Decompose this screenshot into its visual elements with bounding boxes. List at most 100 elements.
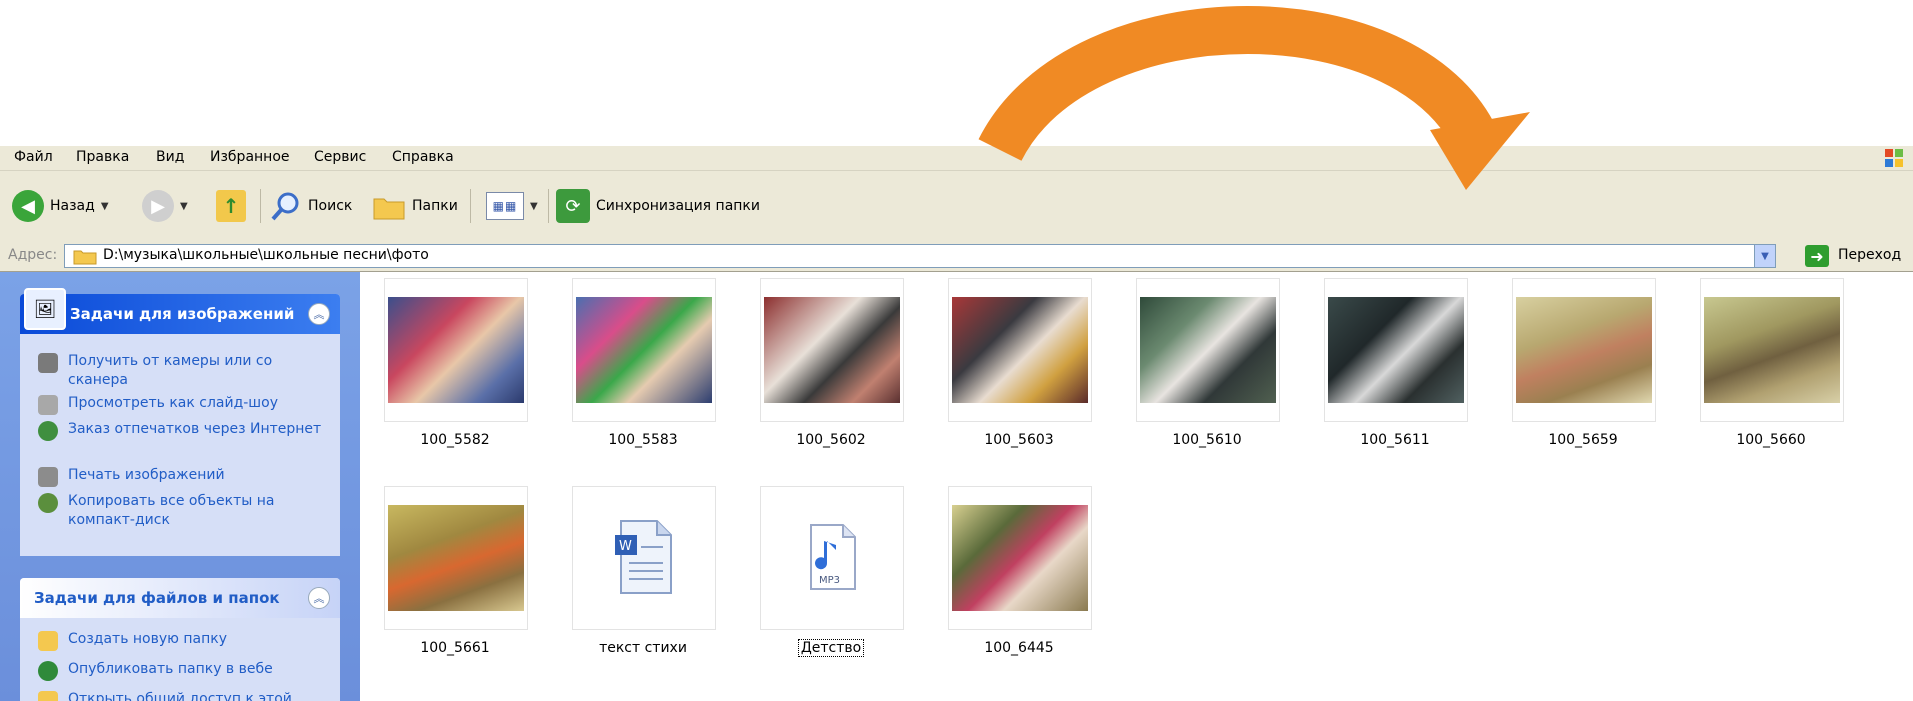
file-item[interactable]: 100_5602 — [760, 278, 906, 448]
back-button[interactable]: ◀ Назад ▼ — [12, 187, 109, 225]
new-folder-icon — [38, 631, 58, 651]
thumbnail — [572, 278, 716, 422]
task-copy-to-cd[interactable]: Копировать все объекты на компакт-диск — [38, 492, 328, 530]
cd-burn-icon — [38, 493, 58, 513]
image-tasks-panel: 🖼 Задачи для изображений ︽ Получить от к… — [20, 288, 340, 556]
file-name: 100_5661 — [420, 640, 490, 656]
views-button[interactable]: ▦▦ ▼ — [486, 187, 538, 225]
file-name: 100_5611 — [1360, 432, 1430, 448]
menu-edit[interactable]: Правка — [76, 149, 129, 165]
file-name: 100_5583 — [608, 432, 678, 448]
thumbnail — [384, 486, 528, 630]
file-item[interactable]: 100_5610 — [1136, 278, 1282, 448]
task-order-prints[interactable]: Заказ отпечатков через Интернет — [38, 420, 328, 441]
toolbar-divider — [260, 189, 261, 223]
file-name: Детство — [760, 639, 902, 657]
file-item[interactable]: 100_5603 — [948, 278, 1094, 448]
address-path: D:\музыка\школьные\школьные песни\фото — [103, 247, 429, 263]
folders-button[interactable]: Папки — [372, 187, 458, 225]
search-button[interactable]: Поиск — [270, 187, 352, 225]
windows-logo-icon — [1885, 149, 1903, 167]
file-name: текст стихи — [599, 640, 687, 656]
file-name: 100_5660 — [1736, 432, 1806, 448]
collapse-icon[interactable]: ︽ — [308, 303, 330, 325]
photo-thumbnail — [388, 505, 524, 611]
photo-thumbnail — [1516, 297, 1652, 403]
thumbnail — [384, 278, 528, 422]
back-dropdown-icon[interactable]: ▼ — [101, 201, 109, 212]
menu-bar: Файл Правка Вид Избранное Сервис Справка — [0, 146, 1913, 171]
task-publish-web[interactable]: Опубликовать папку в вебе — [38, 660, 328, 681]
file-item[interactable]: 100_5582 — [384, 278, 530, 448]
photo-thumbnail — [764, 297, 900, 403]
file-item[interactable]: 100_5660 — [1700, 278, 1846, 448]
back-label: Назад — [50, 198, 95, 214]
file-item[interactable]: 100_5659 — [1512, 278, 1658, 448]
photo-thumbnail — [952, 297, 1088, 403]
photo-thumbnail — [1140, 297, 1276, 403]
menu-help[interactable]: Справка — [392, 149, 454, 165]
forward-button[interactable]: ▶ ▼ — [142, 187, 188, 225]
selected-file-name: Детство — [797, 639, 865, 657]
pictures-icon: 🖼 — [24, 288, 66, 330]
task-print[interactable]: Печать изображений — [38, 466, 328, 487]
menu-view[interactable]: Вид — [156, 149, 184, 165]
photo-thumbnail — [576, 297, 712, 403]
up-folder-button[interactable]: ↑ — [216, 187, 246, 225]
thumbnail — [760, 278, 904, 422]
photo-thumbnail — [952, 505, 1088, 611]
file-name: 100_5602 — [796, 432, 866, 448]
file-item[interactable]: 100_5661 — [384, 486, 530, 656]
menu-file[interactable]: Файл — [14, 149, 53, 165]
file-view: 100_5582 100_5583 100_5602 100_5603 100_… — [360, 272, 1913, 701]
search-icon — [271, 192, 299, 221]
thumbnail — [1324, 278, 1468, 422]
address-bar: Адрес: D:\музыка\школьные\школьные песни… — [0, 241, 1913, 272]
task-label: Печать изображений — [68, 467, 225, 483]
task-pane: 🖼 Задачи для изображений ︽ Получить от к… — [0, 272, 360, 701]
sync-label: Синхронизация папки — [596, 198, 760, 214]
file-name: 100_5603 — [984, 432, 1054, 448]
file-item[interactable]: MP3 Детство — [760, 486, 906, 657]
file-name: 100_5659 — [1548, 432, 1618, 448]
collapse-icon[interactable]: ︽ — [308, 587, 330, 609]
toolbar: ◀ Назад ▼ ▶ ▼ ↑ Поиск Папки ▦▦ ▼ ⟳ Синхр… — [0, 171, 1913, 242]
folders-icon — [373, 198, 405, 220]
task-new-folder[interactable]: Создать новую папку — [38, 630, 328, 651]
go-button[interactable]: Переход — [1838, 247, 1901, 263]
image-tasks-header[interactable]: 🖼 Задачи для изображений ︽ — [20, 288, 340, 334]
file-tasks-title: Задачи для файлов и папок — [34, 589, 280, 607]
address-field[interactable]: D:\музыка\школьные\школьные песни\фото ▼ — [64, 244, 1776, 268]
file-item[interactable]: W текст стихи — [572, 486, 718, 656]
sync-folder-button[interactable]: ⟳ Синхронизация папки — [556, 187, 760, 225]
file-item[interactable]: 100_6445 — [948, 486, 1094, 656]
menu-tools[interactable]: Сервис — [314, 149, 366, 165]
file-name: 100_6445 — [984, 640, 1054, 656]
search-label: Поиск — [308, 198, 353, 214]
folder-icon — [73, 250, 97, 265]
address-label: Адрес: — [8, 247, 58, 263]
task-label: Просмотреть как слайд-шоу — [68, 395, 278, 411]
task-label: Опубликовать папку в вебе — [68, 661, 273, 677]
forward-dropdown-icon[interactable]: ▼ — [180, 201, 188, 212]
photo-thumbnail — [1704, 297, 1840, 403]
menu-favorites[interactable]: Избранное — [210, 149, 290, 165]
photo-thumbnail — [388, 297, 524, 403]
go-arrow-icon[interactable]: ➜ — [1805, 245, 1829, 267]
thumbnail: W — [572, 486, 716, 630]
views-dropdown-icon[interactable]: ▼ — [530, 201, 538, 212]
task-label: Заказ отпечатков через Интернет — [68, 421, 322, 437]
task-label: Создать новую папку — [68, 631, 228, 647]
file-item[interactable]: 100_5611 — [1324, 278, 1470, 448]
task-slideshow[interactable]: Просмотреть как слайд-шоу — [38, 394, 328, 415]
order-prints-icon — [38, 421, 58, 441]
file-item[interactable]: 100_5583 — [572, 278, 718, 448]
task-label: Получить от камеры или со сканера — [68, 353, 273, 388]
task-share-folder[interactable]: Открыть общий доступ к этой папке — [38, 690, 328, 701]
address-dropdown-icon[interactable]: ▼ — [1754, 245, 1775, 267]
folders-label: Папки — [412, 198, 458, 214]
share-folder-icon — [38, 691, 58, 701]
task-get-from-camera[interactable]: Получить от камеры или со сканера — [38, 352, 328, 390]
forward-arrow-icon: ▶ — [142, 190, 174, 222]
file-tasks-header[interactable]: Задачи для файлов и папок ︽ — [20, 578, 340, 618]
